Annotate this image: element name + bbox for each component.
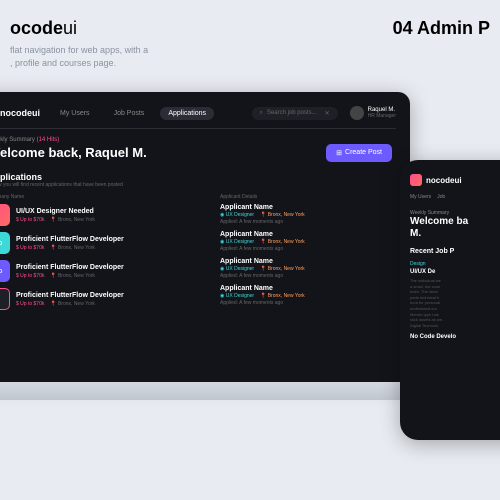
job-row[interactable]: ∞Proficient FlutterFlow Developer$ Up to…	[0, 260, 160, 282]
applications-subtitle: Below you will find recent applications …	[0, 182, 392, 188]
mobile-job-body: The individual we a small, but conn team…	[410, 278, 500, 328]
phone-frame: nocodeui My UsersJob Weekly Summary Welc…	[400, 160, 500, 440]
create-post-button[interactable]: ⊞Create Post	[326, 144, 392, 162]
job-row[interactable]: ◐UI/UX Designer Needed$ Up to $70k📍 Bron…	[0, 204, 160, 226]
mobile-tab-users[interactable]: My Users	[410, 194, 431, 200]
laptop-frame: nocodeui My Users Job Posts Applications…	[0, 92, 410, 382]
user-menu[interactable]: Raquel M.HR Manager	[350, 106, 396, 120]
col-company: Company Name	[0, 194, 160, 200]
avatar	[350, 106, 364, 120]
tab-my-users[interactable]: My Users	[52, 107, 98, 120]
tab-job-posts[interactable]: Job Posts	[106, 107, 153, 120]
mobile-welcome: Welcome ba M.	[410, 216, 500, 240]
company-icon: ◐	[0, 204, 10, 226]
company-icon: ∞	[0, 232, 10, 254]
nav-tabs: My Users Job Posts Applications	[52, 107, 214, 120]
brand-logo: ocodeui	[10, 18, 77, 39]
col-applicant: Applicant Details	[220, 194, 392, 200]
weekly-label: Weekly Summary (14 Hits)	[0, 137, 147, 143]
logo-icon	[410, 174, 422, 186]
plus-icon: ⊞	[336, 149, 342, 157]
mobile-job-2[interactable]: No Code Develo	[410, 334, 500, 340]
applicant-row[interactable]: Applicant Name◉ UX Designer📍 Bronx, New …	[220, 258, 392, 279]
applicant-row[interactable]: Applicant Name◉ UX Designer📍 Bronx, New …	[220, 231, 392, 252]
mobile-job-title[interactable]: UI/UX De	[410, 269, 500, 275]
applicant-row[interactable]: Applicant Name◉ UX Designer📍 Bronx, New …	[220, 204, 392, 225]
laptop-base	[0, 382, 430, 400]
tab-applications[interactable]: Applications	[160, 107, 214, 120]
page-subtitle: flat navigation for web apps, with a, pr…	[10, 44, 148, 69]
mobile-category: Design	[410, 261, 500, 267]
search-input[interactable]: ⌕Search job posts...	[252, 107, 338, 120]
mobile-logo[interactable]: nocodeui	[410, 174, 500, 186]
company-icon: ∞	[0, 260, 10, 282]
company-icon: ◐	[0, 288, 10, 310]
page-title: 04 Admin P	[393, 18, 490, 39]
applications-heading: Applications	[0, 172, 392, 182]
search-icon: ⌕	[260, 110, 263, 117]
applicant-row[interactable]: Applicant Name◉ UX Designer📍 Bronx, New …	[220, 285, 392, 306]
mobile-tab-job[interactable]: Job	[437, 194, 445, 200]
mobile-section: Recent Job P	[410, 248, 500, 255]
job-row[interactable]: ◐Proficient FlutterFlow Developer$ Up to…	[0, 288, 160, 310]
welcome-heading: Welcome back, Raquel M.	[0, 145, 147, 160]
job-row[interactable]: ∞Proficient FlutterFlow Developer$ Up to…	[0, 232, 160, 254]
app-logo[interactable]: nocodeui	[0, 107, 40, 119]
